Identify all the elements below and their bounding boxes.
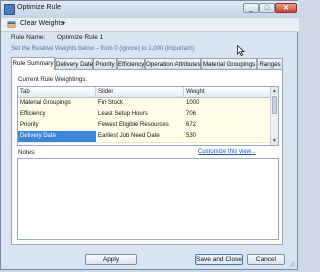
scroll-up-icon[interactable]: ▲: [271, 87, 278, 95]
rule-summary-panel: Current Rule Weightings: Tab Slider Weig…: [11, 69, 283, 245]
cell-weight: 530: [186, 133, 197, 139]
cell-slider: Least Setup Hours: [98, 111, 148, 117]
clear-weights-button[interactable]: Clear Weights: [20, 20, 64, 27]
cancel-button[interactable]: Cancel: [247, 254, 285, 265]
cell-slider: Earliest Job Need Date: [98, 133, 160, 139]
chevron-down-icon[interactable]: ▾: [62, 20, 65, 27]
eraser-icon: [7, 21, 16, 28]
minimize-button[interactable]: _: [243, 3, 259, 13]
cell-slider: Fin Stock: [98, 100, 124, 106]
weightings-table: Tab Slider Weight Material Groupings Fin…: [17, 86, 279, 146]
apply-button[interactable]: Apply: [85, 254, 137, 265]
rule-name-label: Rule Name:: [11, 34, 46, 41]
customize-view-link[interactable]: Customize this view...: [198, 149, 256, 155]
mouse-pointer-icon: [237, 45, 245, 56]
tab-priority[interactable]: Priority: [93, 58, 117, 69]
resize-grip-icon[interactable]: [289, 261, 295, 267]
cell-weight: 706: [186, 111, 197, 117]
weights-hint: Set the Relative Weights below – from 0 …: [11, 46, 194, 52]
cell-weight: 672: [186, 122, 197, 128]
rule-name-field[interactable]: Optimize Rule 1: [57, 33, 217, 43]
notes-textarea[interactable]: [17, 158, 279, 240]
column-header-slider[interactable]: Slider: [96, 87, 184, 97]
app-icon: [4, 4, 15, 15]
table-row-selected[interactable]: Delivery Date Earliest Job Need Date 530: [18, 131, 271, 143]
cell-tab: Delivery Date: [18, 131, 96, 142]
tab-rule-summary[interactable]: Rule Summary: [11, 57, 55, 70]
save-and-close-button[interactable]: Save and Close: [195, 254, 243, 265]
close-button[interactable]: ✕: [275, 3, 297, 13]
table-scrollbar[interactable]: ▲ ▼: [270, 87, 278, 145]
tab-ranges[interactable]: Ranges: [257, 58, 283, 69]
maximize-button[interactable]: □: [259, 3, 275, 13]
tab-efficiency[interactable]: Efficiency: [117, 58, 145, 69]
tab-material-groupings[interactable]: Material Groupings: [201, 58, 257, 69]
scroll-thumb[interactable]: [272, 96, 277, 114]
tab-delivery-date[interactable]: Delivery Date: [55, 58, 93, 69]
cell-tab: Material Groupings: [20, 100, 71, 106]
cell-weight: 1000: [186, 100, 200, 106]
scroll-down-icon[interactable]: ▼: [271, 137, 278, 145]
column-header-tab[interactable]: Tab: [18, 87, 96, 97]
tab-operation-attributes[interactable]: Operation Attributes: [145, 58, 201, 69]
window-title: Optimize Rule: [17, 4, 61, 11]
cell-tab: Priority: [20, 122, 39, 128]
title-bar[interactable]: Optimize Rule _ □ ✕: [1, 1, 299, 18]
column-header-weight[interactable]: Weight: [184, 87, 271, 97]
toolbar: Clear Weights ▾: [1, 18, 299, 32]
weightings-title: Current Rule Weightings:: [18, 76, 88, 83]
cell-slider: Fewest Eligible Resources: [98, 122, 169, 128]
optimize-rule-window: Optimize Rule _ □ ✕ Clear Weights ▾ Rule…: [0, 0, 299, 270]
cell-tab: Efficiency: [20, 111, 46, 117]
table-header: Tab Slider Weight: [18, 87, 271, 98]
notes-label: Notes:: [18, 149, 36, 156]
